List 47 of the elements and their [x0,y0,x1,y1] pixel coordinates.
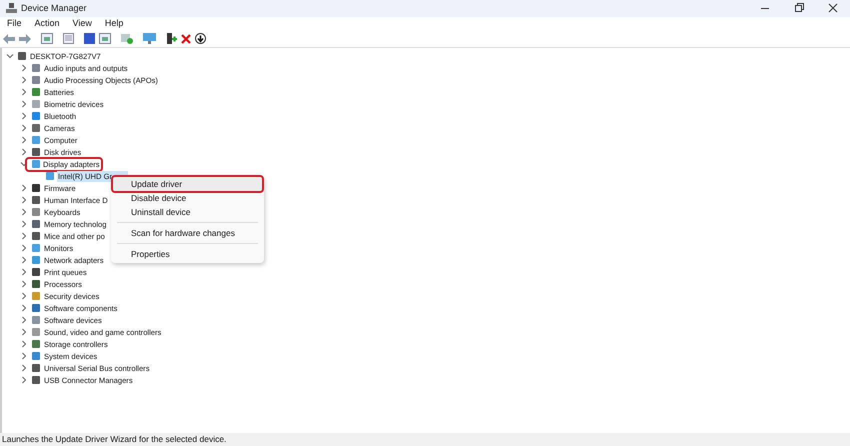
download-icon[interactable] [195,33,206,44]
collapse-chevron-icon[interactable] [20,160,28,168]
grid-icon[interactable] [99,33,111,44]
menu-item[interactable]: View [72,16,92,30]
expand-chevron-icon[interactable] [20,64,28,72]
expand-chevron-icon[interactable] [20,124,28,132]
expand-chevron-icon[interactable] [20,328,28,336]
menu-item[interactable]: Action [34,16,60,30]
expand-chevron-icon[interactable] [20,292,28,300]
expand-chevron-icon[interactable] [20,208,28,216]
expand-chevron-icon[interactable] [20,184,28,192]
expand-chevron-icon[interactable] [20,88,28,96]
monitor-icon[interactable] [143,33,156,44]
window-title: Device Manager [21,2,87,15]
grid-icon[interactable] [41,33,53,44]
menu-item[interactable]: Update driver [113,177,262,191]
expand-chevron-icon[interactable] [20,112,28,120]
menu-item[interactable]: Uninstall device [113,205,262,219]
expand-chevron-icon[interactable] [20,148,28,156]
expand-chevron-icon[interactable] [20,364,28,372]
expand-chevron-icon[interactable] [20,220,28,228]
menu-item[interactable]: Disable device [113,191,262,205]
expand-chevron-icon[interactable] [20,268,28,276]
menu-item[interactable]: Scan for hardware changes [113,226,262,240]
menu-item[interactable]: File [7,16,22,30]
collapse-chevron-icon[interactable] [6,52,14,60]
expand-chevron-icon[interactable] [20,316,28,324]
delete-icon[interactable] [181,34,191,44]
expand-chevron-icon[interactable] [20,376,28,384]
expand-chevron-icon[interactable] [20,100,28,108]
expand-chevron-icon[interactable] [20,76,28,84]
computer-icon [6,3,17,14]
menu-item[interactable]: Properties [113,247,262,261]
expand-chevron-icon[interactable] [20,136,28,144]
expand-chevron-icon[interactable] [20,340,28,348]
expand-chevron-icon[interactable] [20,256,28,264]
back-arrow-icon[interactable] [3,34,15,44]
forward-arrow-icon[interactable] [19,34,31,44]
expand-chevron-icon[interactable] [20,352,28,360]
expand-chevron-icon[interactable] [20,280,28,288]
expand-chevron-icon[interactable] [20,196,28,204]
status-text: Launches the Update Driver Wizard for the selected device. [2,433,226,446]
menu-item[interactable]: Help [104,16,124,30]
expand-chevron-icon[interactable] [20,304,28,312]
document-icon[interactable] [63,33,74,44]
expand-chevron-icon[interactable] [20,244,28,252]
expand-chevron-icon[interactable] [20,232,28,240]
